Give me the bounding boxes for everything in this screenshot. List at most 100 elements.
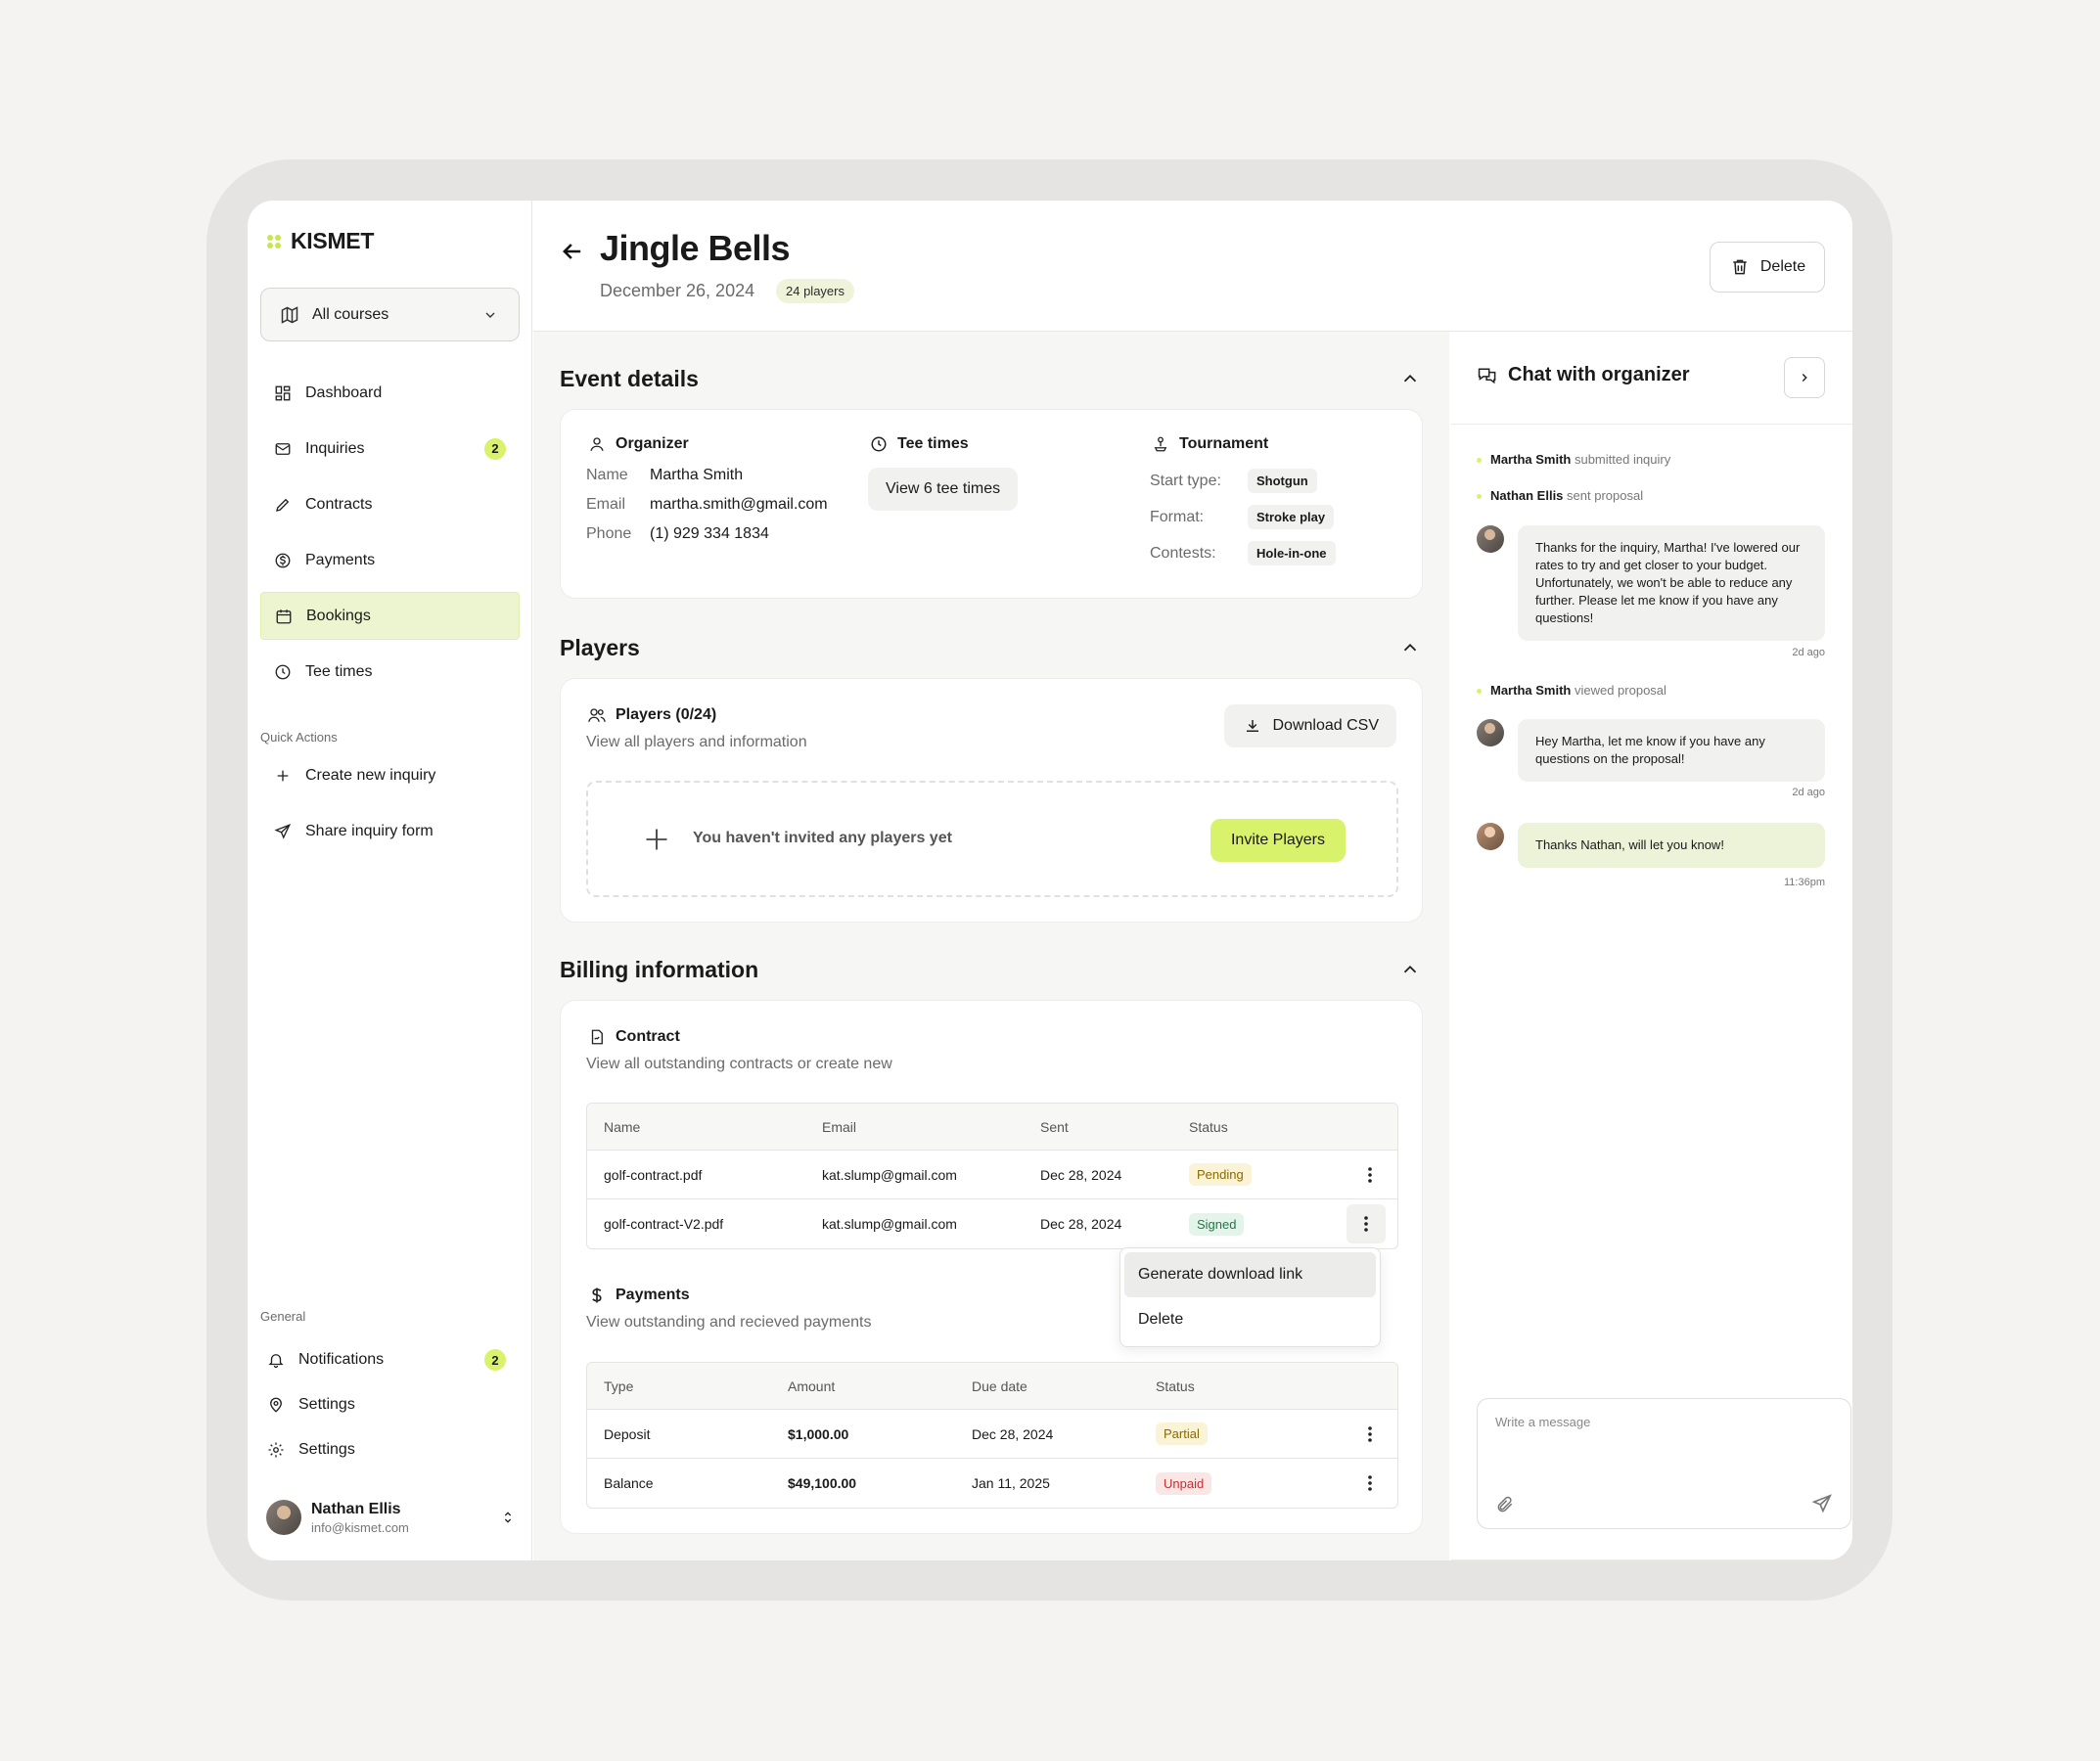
sidebar-item-label: Inquiries xyxy=(305,439,365,457)
invite-players-button[interactable]: Invite Players xyxy=(1210,819,1346,862)
column-header: Email xyxy=(822,1118,857,1135)
start-type-tag: Shotgun xyxy=(1248,469,1317,493)
sidebar-item-dashboard[interactable]: Dashboard xyxy=(260,369,520,417)
share-inquiry-form-button[interactable]: Share inquiry form xyxy=(260,807,520,855)
map-pin-icon xyxy=(265,1394,287,1416)
field-label: Email xyxy=(586,496,626,513)
sidebar-item-label: Payments xyxy=(305,551,376,568)
course-select[interactable]: All courses xyxy=(260,288,520,341)
message-input[interactable]: Write a message xyxy=(1495,1415,1590,1429)
paperclip-icon[interactable] xyxy=(1495,1495,1515,1514)
payment-type: Balance xyxy=(604,1475,654,1491)
field-label: Contests: xyxy=(1150,544,1216,562)
message-time: 2d ago xyxy=(1792,787,1825,798)
message-composer[interactable]: Write a message xyxy=(1477,1398,1851,1529)
payments-heading-block: Payments View outstanding and recieved p… xyxy=(586,1285,871,1332)
event-date: December 26, 2024 xyxy=(600,281,755,300)
chat-header: Chat with organizer xyxy=(1477,364,1690,386)
quick-action-label: Create new inquiry xyxy=(305,766,436,784)
contract-email: kat.slump@gmail.com xyxy=(822,1216,957,1232)
event-actor: Martha Smith xyxy=(1490,683,1572,698)
back-arrow-icon[interactable] xyxy=(559,238,586,265)
more-vertical-icon[interactable] xyxy=(1347,1204,1386,1243)
sidebar-item-settings-location[interactable]: Settings xyxy=(255,1384,520,1425)
avatar xyxy=(1477,525,1504,553)
delete-contract-item[interactable]: Delete xyxy=(1124,1297,1376,1342)
create-new-inquiry-button[interactable]: Create new inquiry xyxy=(260,751,520,799)
tournament-heading: Tournament xyxy=(1179,435,1269,452)
user-name: Nathan Ellis xyxy=(311,1500,401,1517)
sidebar-item-inquiries[interactable]: Inquiries 2 xyxy=(260,425,520,473)
quick-actions-label: Quick Actions xyxy=(260,730,338,745)
send-icon xyxy=(272,821,294,842)
contract-name: golf-contract.pdf xyxy=(604,1166,703,1183)
sidebar-item-bookings[interactable]: Bookings xyxy=(260,592,520,640)
inquiries-count-badge: 2 xyxy=(484,437,506,460)
sidebar-item-settings[interactable]: Settings xyxy=(255,1429,520,1470)
contract-sent: Dec 28, 2024 xyxy=(1040,1166,1122,1183)
chevron-up-down-icon xyxy=(497,1507,519,1528)
avatar xyxy=(266,1500,301,1535)
players-header[interactable]: Players xyxy=(560,635,1421,661)
event-text: submitted inquiry xyxy=(1574,452,1671,467)
sidebar-item-payments[interactable]: Payments xyxy=(260,536,520,584)
send-icon[interactable] xyxy=(1811,1493,1833,1514)
players-subtitle: View all players and information xyxy=(586,734,807,750)
delete-event-button[interactable]: Delete xyxy=(1710,242,1825,293)
sidebar-item-label: Tee times xyxy=(305,662,373,680)
sidebar: KISMET All courses Dashboard Inquiries 2 xyxy=(248,201,532,1560)
quick-actions: Create new inquiry Share inquiry form xyxy=(260,751,520,863)
sidebar-item-notifications[interactable]: Notifications 2 xyxy=(255,1339,520,1380)
event-actor: Nathan Ellis xyxy=(1490,488,1564,503)
more-vertical-icon[interactable] xyxy=(1368,1425,1372,1442)
tournament-block: Tournament Start type: Shotgun Format: Str… xyxy=(1150,433,1336,571)
field-label: Start type: xyxy=(1150,472,1221,489)
sidebar-item-label: Settings xyxy=(298,1441,355,1458)
sidebar-item-tee-times[interactable]: Tee times xyxy=(260,648,520,696)
quick-action-label: Share inquiry form xyxy=(305,822,434,839)
status-badge: Signed xyxy=(1189,1212,1245,1236)
file-signature-icon xyxy=(586,1026,608,1048)
contract-name: golf-contract-V2.pdf xyxy=(604,1216,724,1232)
table-row[interactable]: Balance $49,100.00 Jan 11, 2025 Unpaid xyxy=(587,1459,1397,1508)
chat-event: Martha Smith viewed proposal xyxy=(1477,683,1666,698)
players-heading-block: Players (0/24) View all players and info… xyxy=(586,704,807,751)
column-header: Sent xyxy=(1040,1118,1069,1135)
event-details-card: Organizer Name Martha Smith Email martha.s… xyxy=(560,409,1423,599)
course-select-value: All courses xyxy=(312,305,389,323)
download-icon xyxy=(1242,715,1263,737)
payment-due-date: Jan 11, 2025 xyxy=(972,1475,1050,1491)
more-vertical-icon[interactable] xyxy=(1368,1166,1372,1183)
table-row[interactable]: golf-contract-V2.pdf kat.slump@gmail.com… xyxy=(587,1199,1397,1248)
more-vertical-icon[interactable] xyxy=(1368,1475,1372,1491)
contract-heading: Contract xyxy=(616,1028,680,1045)
chevron-up-icon xyxy=(1399,959,1421,980)
section-title: Event details xyxy=(560,366,699,391)
table-row[interactable]: Deposit $1,000.00 Dec 28, 2024 Partial xyxy=(587,1410,1397,1459)
contract-heading-block: Contract View all outstanding contracts … xyxy=(586,1026,892,1073)
event-actor: Martha Smith xyxy=(1490,452,1572,467)
players-count-pill: 24 players xyxy=(776,279,854,303)
collapse-chat-button[interactable] xyxy=(1784,357,1825,398)
general-nav: Notifications 2 Settings Settings xyxy=(255,1339,520,1474)
pen-icon xyxy=(272,494,294,516)
sidebar-item-label: Dashboard xyxy=(305,384,383,401)
field-label: Format: xyxy=(1150,508,1205,525)
players-heading: Players (0/24) xyxy=(616,706,717,723)
sidebar-item-contracts[interactable]: Contracts xyxy=(260,480,520,528)
gear-icon xyxy=(265,1439,287,1461)
grid-icon xyxy=(272,383,294,404)
user-icon xyxy=(586,433,608,455)
sidebar-item-label: Notifications xyxy=(298,1351,385,1368)
logo-text: KISMET xyxy=(291,228,375,253)
message-time: 2d ago xyxy=(1792,647,1825,658)
user-menu[interactable]: Nathan Ellis info@kismet.com xyxy=(260,1490,525,1545)
download-csv-button[interactable]: Download CSV xyxy=(1223,704,1396,747)
table-row[interactable]: golf-contract.pdf kat.slump@gmail.com De… xyxy=(587,1151,1397,1199)
generate-download-link-item[interactable]: Generate download link xyxy=(1124,1252,1376,1297)
view-tee-times-button[interactable]: View 6 tee times xyxy=(868,468,1019,511)
event-details-header[interactable]: Event details xyxy=(560,366,1421,392)
column-header: Name xyxy=(604,1118,641,1135)
billing-header[interactable]: Billing information xyxy=(560,957,1421,983)
contests-tag: Hole-in-one xyxy=(1248,541,1336,565)
